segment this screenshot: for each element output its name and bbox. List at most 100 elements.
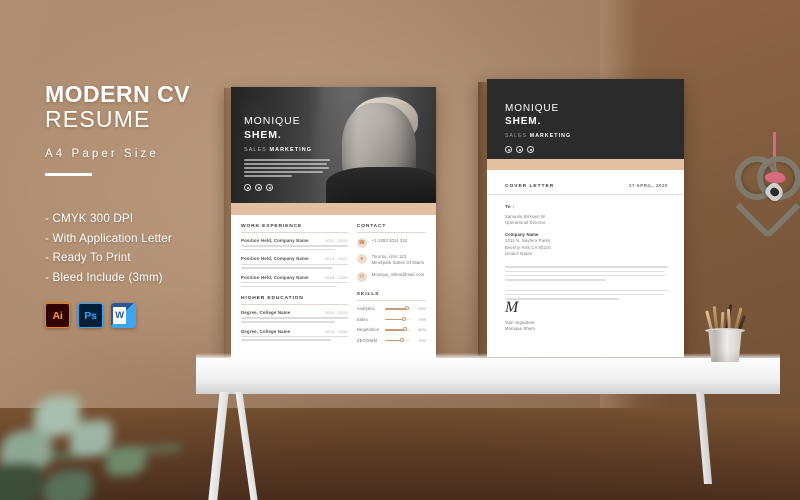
education-entry: Degree, College Name 2010 - 2013	[241, 310, 348, 323]
software-badges: Ai Ps W	[45, 303, 136, 328]
mail-icon: ✉	[356, 272, 367, 283]
letter-header: MONIQUE SHEM. SALES MARKETING	[487, 79, 684, 159]
table-top	[196, 358, 780, 384]
skill-row: Negotiation 80%	[357, 327, 426, 332]
heart-wreath-icon	[735, 132, 800, 246]
entry-title: Position Held, Company Name	[241, 238, 309, 243]
signature-name: Monique Shem	[505, 326, 535, 331]
letter-accent-band	[487, 159, 684, 170]
work-entry: Position Held, Company Name 2011 - 2013	[241, 238, 348, 251]
skill-bar	[384, 316, 410, 321]
entry-date: 2013 - 2017	[324, 256, 348, 262]
letter-name-line2: SHEM.	[505, 116, 542, 127]
resume-photo: MONIQUE SHEM. SALES MARKETING	[231, 87, 436, 203]
instagram-icon[interactable]	[527, 146, 534, 153]
letter-role-bold: MARKETING	[529, 133, 572, 139]
entry-date: 2010 - 2013	[324, 310, 348, 316]
skill-row: Sales 75%	[357, 317, 426, 322]
skill-name: Sales	[356, 316, 368, 322]
address-line1: 1311 N. Nayfera Parks	[505, 238, 551, 244]
skill-name: SEO/SMM	[356, 337, 378, 343]
recipient-name: Samuela Brikswn W.	[505, 214, 547, 219]
letter-body: To : Samuela Brikswn W. Operational Dire…	[487, 195, 684, 300]
contact-row: ● Toronto, USA 123 MiniSpark States Of M…	[356, 254, 426, 266]
ribbon-bow	[765, 172, 785, 183]
twitter-icon[interactable]	[255, 183, 262, 191]
instagram-icon[interactable]	[266, 183, 273, 191]
section-title-work: WORK EXPERIENCE	[241, 224, 348, 233]
letter-name-line1: MONIQUE	[505, 103, 560, 114]
mockup-scene: MODERN CV RESUME A4 Paper Size - CMYK 30…	[0, 0, 800, 500]
skill-row: Analytics 90%	[357, 306, 426, 311]
work-entry: Position Held, Company Name 2018 - 2020	[241, 274, 348, 288]
address-line2: Beverly Hills CA 90210	[505, 244, 551, 250]
letter-paragraph	[505, 289, 668, 300]
contact-row: ☎ +1 2383 2014 322	[356, 238, 426, 248]
skill-percent: 75%	[418, 316, 426, 322]
skill-name: Negotiation	[356, 327, 380, 333]
resume-role: SALES MARKETING	[244, 147, 330, 153]
entry-date: 2014 - 2016	[324, 328, 348, 334]
entry-date: 2011 - 2013	[325, 238, 348, 243]
work-entry: Position Held, Company Name 2013 - 2017	[241, 256, 348, 269]
microsoft-word-icon: W	[111, 303, 136, 328]
letter-heading: COVER LETTER	[505, 184, 555, 189]
facebook-icon[interactable]	[244, 183, 251, 191]
skill-percent: 70%	[418, 337, 426, 343]
letter-to-label: To :	[505, 204, 515, 209]
signature-label: Your Signature	[505, 319, 535, 325]
resume-accent-band	[231, 203, 436, 215]
promo-divider	[45, 172, 92, 176]
letter-signature: M Your Signature Monique Shem	[505, 298, 535, 331]
facebook-icon[interactable]	[505, 146, 512, 153]
section-title-contact: CONTACT	[356, 224, 426, 233]
twitter-icon[interactable]	[516, 146, 523, 153]
resume-summary-lines	[244, 159, 330, 177]
resume-document[interactable]: MONIQUE SHEM. SALES MARKETING WORK EXPER…	[231, 87, 436, 359]
resume-name-line2: SHEM.	[244, 129, 282, 141]
letter-paragraph	[505, 266, 668, 281]
signature-mark: M	[505, 298, 519, 316]
skill-percent: 90%	[418, 306, 426, 312]
resume-name-line1: MONIQUE	[244, 115, 301, 127]
letter-social-icons[interactable]	[505, 146, 684, 153]
contact-text: Monique_Shem@mail.com	[371, 272, 425, 278]
letter-address: Samuela Brikswn W. Operational Director …	[505, 214, 668, 257]
location-icon: ●	[356, 254, 367, 264]
resume-identity: MONIQUE SHEM. SALES MARKETING	[244, 115, 330, 191]
resume-main-column: WORK EXPERIENCE Position Held, Company N…	[241, 224, 348, 348]
resume-side-column: CONTACT ☎ +1 2383 2014 322 ● Toronto, US…	[356, 224, 426, 348]
skill-row: SEO/SMM 70%	[357, 338, 426, 343]
resume-role-light: SALES	[244, 147, 270, 153]
contact-row: ✉ Monique_Shem@mail.com	[356, 272, 426, 283]
resume-social-icons[interactable]	[244, 183, 330, 191]
section-title-skills: SKILLS	[356, 292, 426, 302]
skill-bar	[384, 327, 410, 332]
skill-percent: 80%	[418, 327, 426, 333]
adobe-illustrator-icon: Ai	[45, 303, 70, 328]
entry-title: Position Held, Company Name	[241, 274, 309, 280]
word-letter: W	[113, 307, 126, 324]
education-entry: Degree, College Name 2014 - 2016	[241, 329, 348, 341]
resume-role-bold: MARKETING	[269, 147, 313, 153]
section-title-education: HIGHER EDUCATION	[241, 296, 348, 306]
entry-date: 2018 - 2020	[324, 274, 348, 280]
skill-name: Analytics	[356, 306, 375, 312]
entry-title: Degree, College Name	[241, 310, 291, 316]
letter-role-light: SALES	[505, 133, 530, 139]
letter-meta: COVER LETTER 27 APRIL, 2020	[487, 170, 684, 195]
entry-title: Position Held, Company Name	[241, 256, 309, 262]
recipient-role: Operational Director	[505, 220, 546, 226]
resume-body: WORK EXPERIENCE Position Held, Company N…	[231, 215, 436, 348]
contact-text: +1 2383 2014 322	[371, 238, 408, 243]
letter-role: SALES MARKETING	[505, 133, 684, 139]
letter-date: 27 APRIL, 2020	[628, 183, 668, 188]
phone-icon: ☎	[356, 238, 367, 248]
cover-letter-document[interactable]: MONIQUE SHEM. SALES MARKETING COVER LETT…	[487, 79, 684, 357]
skill-bar	[384, 337, 410, 342]
adobe-photoshop-icon: Ps	[78, 303, 103, 328]
foreground-plant	[0, 368, 212, 500]
contact-text: Toronto, USA 123 MiniSpark States Of Mia…	[371, 254, 424, 266]
pencil-cup	[704, 304, 747, 362]
table-edge	[196, 384, 780, 394]
